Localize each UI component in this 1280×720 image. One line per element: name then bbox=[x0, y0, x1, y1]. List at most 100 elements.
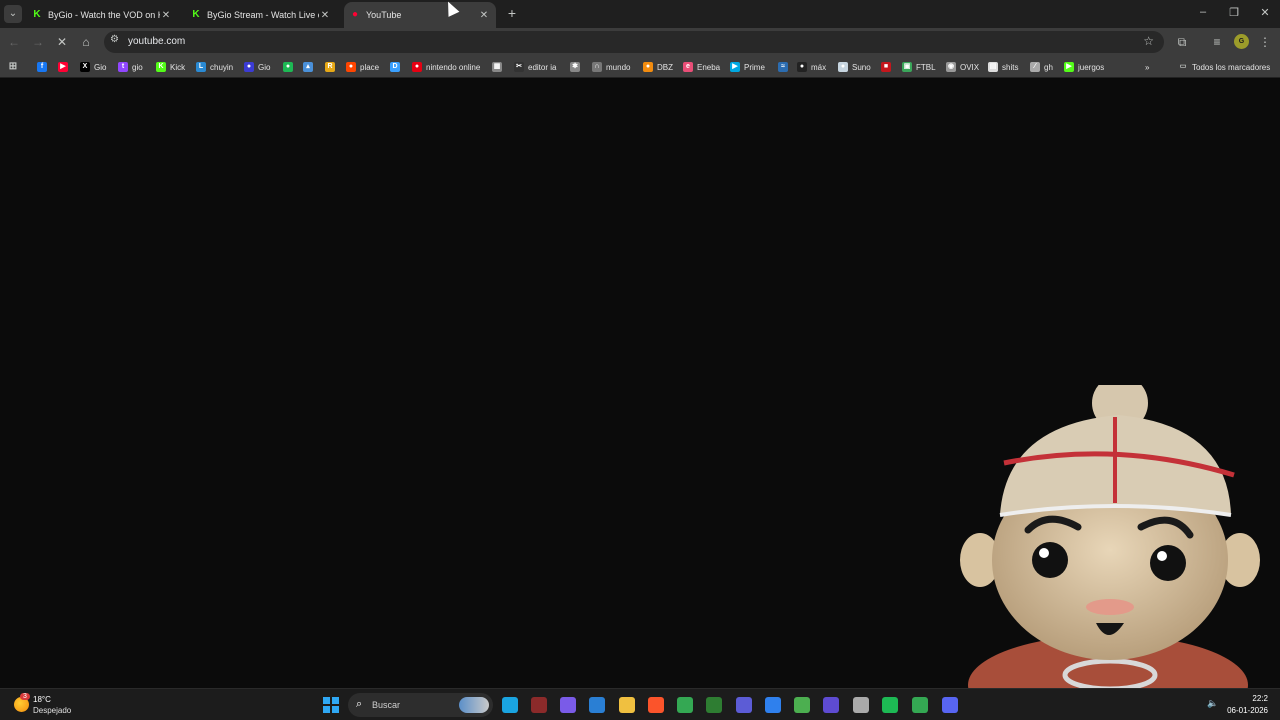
restore-button[interactable]: ❐ bbox=[1226, 6, 1242, 19]
fire-icon[interactable] bbox=[736, 697, 752, 713]
weather-description[interactable]: Despejado bbox=[33, 706, 71, 715]
bookmark-item[interactable]: ▦ bbox=[492, 60, 506, 74]
copilot-icon[interactable] bbox=[560, 697, 576, 713]
taskbar-search[interactable]: ⌕ Buscar bbox=[348, 693, 493, 717]
github-icon[interactable] bbox=[853, 697, 869, 713]
brave-icon[interactable] bbox=[648, 697, 664, 713]
url-text[interactable]: youtube.com bbox=[128, 36, 185, 47]
bookmark-item[interactable]: X Gio bbox=[80, 60, 106, 74]
tab-title: YouTube bbox=[366, 10, 402, 20]
forward-arrow-icon[interactable]: → bbox=[30, 34, 46, 50]
folder-icon[interactable] bbox=[619, 697, 635, 713]
apps-grid-icon[interactable]: ⊞ bbox=[8, 60, 22, 74]
home-icon[interactable]: ⌂ bbox=[78, 34, 94, 50]
tab-title: ByGio - Watch the VOD on Kick bbox=[48, 10, 160, 20]
bookmark-item[interactable]: ■ bbox=[881, 60, 895, 74]
bookmark-item[interactable]: D bbox=[390, 60, 404, 74]
bookmark-item[interactable]: ⁄ gh bbox=[1030, 60, 1053, 74]
new-tab-button[interactable]: + bbox=[505, 5, 519, 21]
chrome-icon[interactable] bbox=[677, 697, 693, 713]
capcut-icon: ✂ bbox=[514, 62, 524, 72]
discord-icon[interactable] bbox=[942, 697, 958, 713]
vtuber-avatar bbox=[960, 385, 1260, 688]
windows-start-icon[interactable] bbox=[323, 697, 339, 713]
tab-2-active[interactable]: ● YouTube ✕ bbox=[344, 2, 496, 28]
media-controls-icon[interactable]: ≡ bbox=[1209, 34, 1225, 50]
red-box-icon: ■ bbox=[881, 62, 891, 72]
youtube-icon: ▶ bbox=[58, 62, 68, 72]
menu-kebab-icon[interactable]: ⋮ bbox=[1257, 34, 1273, 50]
bookmark-item[interactable]: ▴ bbox=[303, 60, 317, 74]
back-arrow-icon[interactable]: ← bbox=[6, 34, 22, 50]
bookmark-item[interactable]: ▣ FTBL bbox=[902, 60, 936, 74]
bookmark-item[interactable]: ● Gio bbox=[244, 60, 270, 74]
bookmark-item[interactable]: ◉ OVIX bbox=[946, 60, 979, 74]
avatar-icon: ● bbox=[244, 62, 254, 72]
bookmark-item[interactable]: ▤ shits bbox=[988, 60, 1018, 74]
bookmark-label: Gio bbox=[258, 62, 271, 72]
kick-icon: K bbox=[192, 9, 200, 20]
minecraft-icon[interactable] bbox=[794, 697, 810, 713]
window-close-button[interactable]: ✕ bbox=[1257, 6, 1273, 19]
bookmark-item[interactable]: ▶ juergos bbox=[1064, 60, 1104, 74]
shits-icon: ▤ bbox=[988, 62, 998, 72]
d-icon: D bbox=[390, 62, 400, 72]
bookmark-item[interactable]: R bbox=[325, 60, 339, 74]
bookmark-item[interactable]: ● máx bbox=[797, 60, 826, 74]
bookmark-item[interactable]: ● nintendo online bbox=[412, 60, 480, 74]
bookmark-item[interactable]: f bbox=[37, 60, 51, 74]
eneba-icon: e bbox=[683, 62, 693, 72]
bookmark-item[interactable]: Lchuyin bbox=[196, 60, 233, 74]
more-bookmarks-chevron-icon[interactable]: » bbox=[1145, 60, 1149, 74]
bookmark-label: shits bbox=[1002, 62, 1019, 72]
tab-0[interactable]: K ByGio - Watch the VOD on Kick ✕ bbox=[26, 2, 178, 28]
shield-icon[interactable] bbox=[531, 697, 547, 713]
twitch-icon: t bbox=[118, 62, 128, 72]
bookmark-item[interactable]: ● DBZ bbox=[643, 60, 673, 74]
bookmark-item[interactable]: ● place bbox=[346, 60, 379, 74]
tab-search-button[interactable]: ⌄ bbox=[4, 5, 22, 23]
bookmark-item[interactable]: t gio bbox=[118, 60, 143, 74]
bookmark-item[interactable]: ▶ bbox=[58, 60, 72, 74]
minecraft-launcher-icon[interactable] bbox=[706, 697, 722, 713]
minimize-button[interactable]: – bbox=[1195, 6, 1211, 18]
profile-avatar[interactable]: G bbox=[1234, 34, 1249, 49]
all-bookmarks-folder[interactable]: ▭ Todos los marcadores bbox=[1178, 60, 1271, 74]
close-icon[interactable]: ✕ bbox=[319, 10, 331, 21]
stop-loading-icon[interactable]: ✕ bbox=[54, 34, 70, 50]
bookmark-item[interactable]: ● Suno bbox=[838, 60, 871, 74]
bookmark-label: DBZ bbox=[657, 62, 673, 72]
tab-strip: ⌄ K ByGio - Watch the VOD on Kick ✕ K By… bbox=[0, 0, 1280, 28]
bookmark-item[interactable]: ▶ Prime bbox=[730, 60, 765, 74]
close-icon[interactable]: ✕ bbox=[478, 10, 490, 21]
bookmark-item[interactable]: ✱ bbox=[570, 60, 584, 74]
bookmarks-folder-label: Todos los marcadores bbox=[1192, 62, 1271, 72]
close-icon[interactable]: ✕ bbox=[160, 10, 172, 21]
bookmark-item[interactable]: e Eneba bbox=[683, 60, 720, 74]
speaker-icon[interactable]: 🔈 bbox=[1207, 698, 1218, 709]
chart-icon: ▴ bbox=[303, 62, 313, 72]
address-bar[interactable]: ⚙ youtube.com ☆ bbox=[104, 31, 1164, 53]
bookmark-star-icon[interactable]: ☆ bbox=[1143, 34, 1154, 48]
letter-l-icon: L bbox=[196, 62, 206, 72]
edge-icon[interactable] bbox=[502, 697, 518, 713]
search-icon: ⌕ bbox=[356, 698, 363, 710]
grid-icon: ▦ bbox=[492, 62, 502, 72]
bookmark-label: gh bbox=[1044, 62, 1053, 72]
store-icon[interactable] bbox=[589, 697, 605, 713]
weather-temperature[interactable]: 18°C bbox=[33, 695, 51, 704]
chrome-profile-icon[interactable] bbox=[912, 697, 928, 713]
bookmark-item[interactable]: ● bbox=[283, 60, 297, 74]
vscode-icon[interactable] bbox=[765, 697, 781, 713]
bookmark-item[interactable]: ✂ editor ia bbox=[514, 60, 556, 74]
bookmark-item[interactable]: ∩ mundo bbox=[592, 60, 630, 74]
windows-taskbar: 3 18°C Despejado ⌕ Buscar 🔈 22:2 06-01-2… bbox=[0, 688, 1280, 720]
bookmark-item[interactable]: ≈ bbox=[778, 60, 792, 74]
bookmark-item[interactable]: K Kick bbox=[156, 60, 185, 74]
app-icon[interactable] bbox=[823, 697, 839, 713]
system-clock[interactable]: 22:2 06-01-2026 bbox=[1227, 693, 1268, 717]
extensions-icon[interactable]: ⧉ bbox=[1174, 34, 1190, 50]
site-settings-icon[interactable]: ⚙ bbox=[110, 34, 119, 45]
spotify-icon[interactable] bbox=[882, 697, 898, 713]
tab-1[interactable]: K ByGio Stream - Watch Live on Kick ✕ bbox=[185, 2, 337, 28]
